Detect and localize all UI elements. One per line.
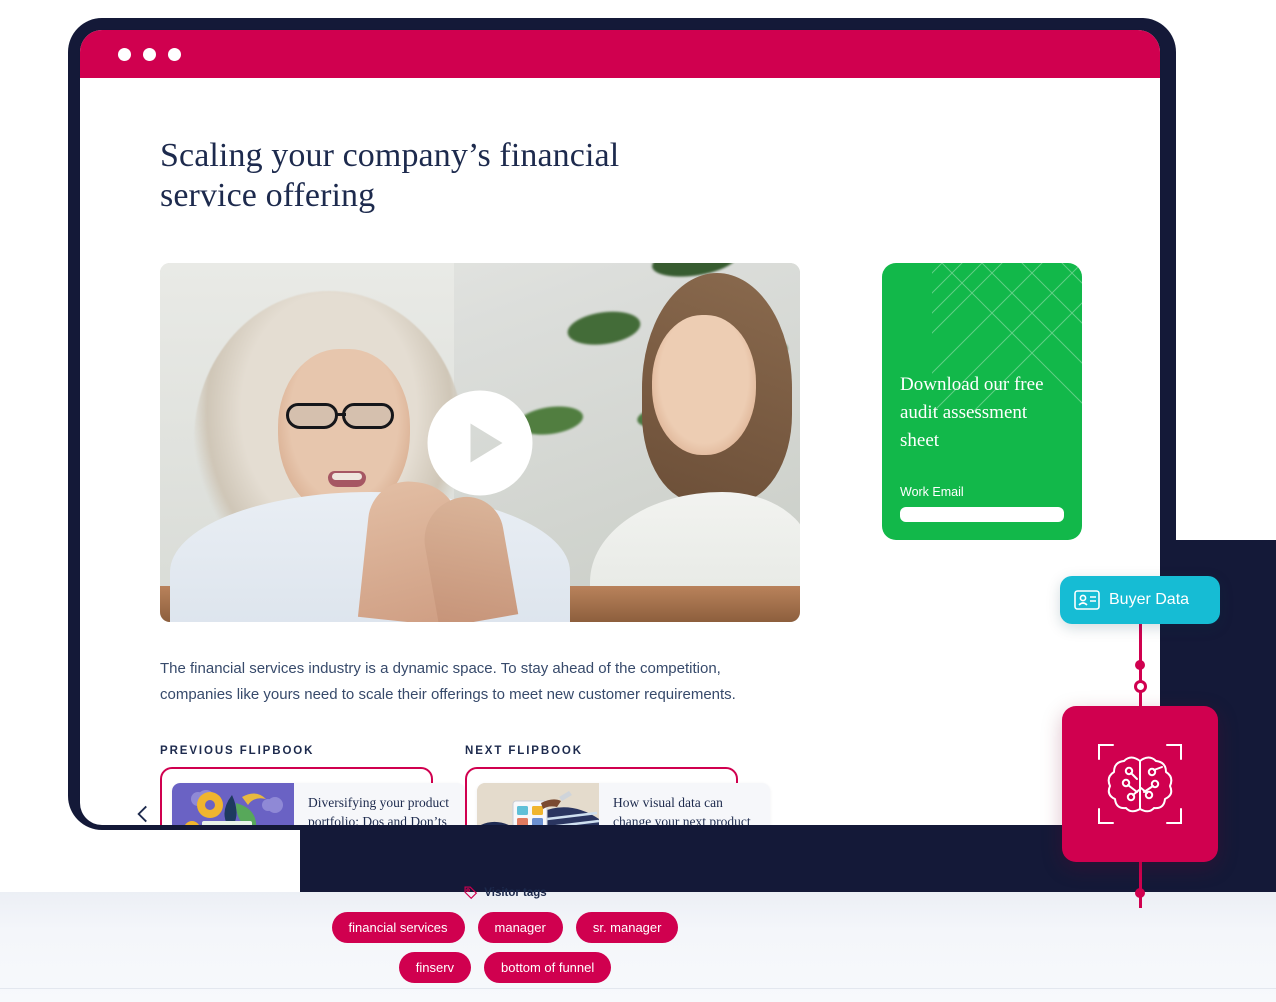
screenshot-stage: Scaling your company’s financial service… [0, 0, 1276, 1002]
visitor-tags-label: Visitor tags [484, 886, 547, 899]
close-dot[interactable] [168, 47, 181, 61]
ai-brain-scan-icon [1098, 744, 1182, 824]
next-flipbook-title: How visual data can change your next pro… [613, 795, 751, 825]
tag-row: financial services manager sr. manager [331, 912, 679, 943]
cta-title: Download our free audit assessment sheet [900, 374, 1044, 451]
video-player[interactable] [160, 263, 800, 622]
cta-download-card: Download our free audit assessment sheet… [882, 263, 1082, 540]
maximize-dot[interactable] [143, 47, 156, 61]
connector-lower [1135, 862, 1145, 908]
work-email-input[interactable] [900, 507, 1064, 522]
previous-flipbook-kicker: PREVIOUS FLIPBOOK [160, 745, 315, 757]
play-button-icon[interactable] [427, 390, 533, 495]
flipbook-navigation: PREVIOUS FLIPBOOK Diversifying your prod… [137, 745, 1103, 825]
browser-window: Scaling your company’s financial service… [80, 30, 1160, 825]
tag-row: finserv bottom of funnel [398, 952, 612, 983]
next-flipbook-kicker: NEXT FLIPBOOK [465, 745, 583, 757]
buyer-data-chip[interactable]: Buyer Data [1060, 576, 1220, 624]
minimize-dot[interactable] [118, 47, 131, 61]
visitor-tags-section: Visitor tags financial services manager … [305, 885, 705, 983]
next-flipbook[interactable]: NEXT FLIPBOOK How visual data can change… [465, 745, 770, 825]
tag-pill[interactable]: bottom of funnel [484, 952, 612, 983]
page-content: Scaling your company’s financial service… [80, 78, 1160, 825]
browser-titlebar [80, 30, 1160, 78]
next-flipbook-thumbnail [477, 783, 599, 825]
id-card-icon [1074, 590, 1100, 610]
previous-flipbook-thumbnail [172, 783, 294, 825]
visitor-tags-heading: Visitor tags [463, 885, 547, 900]
tag-icon [464, 886, 478, 900]
work-email-label: Work Email [900, 485, 964, 499]
tag-pill[interactable]: sr. manager [575, 912, 679, 943]
previous-flipbook[interactable]: PREVIOUS FLIPBOOK Diversifying your prod… [160, 745, 465, 825]
ai-brain-card[interactable] [1062, 706, 1218, 862]
connector-upper [1133, 624, 1147, 710]
tag-pill[interactable]: manager [477, 912, 563, 943]
tag-pill[interactable]: finserv [398, 952, 472, 983]
buyer-data-label: Buyer Data [1109, 591, 1190, 608]
previous-flipbook-title: Diversifying your product portfolio: Dos… [308, 795, 449, 825]
chevron-left-icon[interactable] [130, 801, 156, 825]
page-title: Scaling your company’s financial service… [160, 137, 620, 214]
visitor-tags-list: financial services manager sr. manager f… [305, 912, 705, 983]
content-row: Download our free audit assessment sheet… [160, 263, 1082, 622]
intro-paragraph: The financial services industry is a dyn… [160, 660, 736, 703]
tag-pill[interactable]: financial services [331, 912, 465, 943]
